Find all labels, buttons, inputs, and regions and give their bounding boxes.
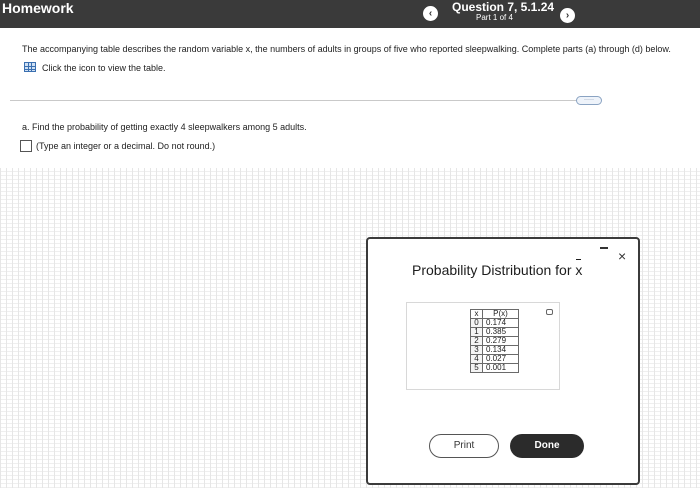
question-part: Part 1 of 4 [476, 13, 513, 22]
dialog-title-text: Probability Distribution for [412, 262, 576, 278]
expand-more-button[interactable]: ····· [576, 96, 602, 105]
done-button[interactable]: Done [510, 434, 584, 458]
previous-question-button[interactable]: ‹ [423, 6, 438, 21]
part-a-question: a. Find the probability of getting exact… [22, 122, 307, 132]
view-table-link[interactable]: Click the icon to view the table. [24, 62, 166, 73]
answer-hint: (Type an integer or a decimal. Do not ro… [36, 141, 216, 151]
question-title: Question 7, 5.1.24 [452, 0, 555, 14]
dialog-title-variable: x [575, 259, 583, 278]
x-cell: 5 [470, 363, 483, 373]
table-container: x P(x) 0 0.174 1 0.385 2 0.279 3 0.134 4… [406, 302, 560, 390]
answer-row: (Type an integer or a decimal. Do not ro… [20, 140, 215, 152]
header-bar: Homework ‹ Question 7, 5.1.24 Part 1 of … [0, 0, 700, 28]
divider [10, 100, 600, 101]
copy-icon[interactable] [546, 309, 553, 315]
app-title: Homework [2, 0, 74, 16]
table-icon[interactable] [24, 62, 36, 72]
next-question-button[interactable]: › [560, 8, 575, 23]
question-prompt: The accompanying table describes the ran… [22, 44, 671, 54]
dialog-title: Probability Distribution for x [412, 259, 583, 278]
print-button[interactable]: Print [429, 434, 499, 458]
probability-table-dialog: Probability Distribution for x × x P(x) … [366, 237, 640, 485]
minimize-icon[interactable] [600, 247, 608, 249]
distribution-table: x P(x) 0 0.174 1 0.385 2 0.279 3 0.134 4… [470, 309, 519, 373]
answer-input[interactable] [20, 140, 32, 152]
view-table-text[interactable]: Click the icon to view the table. [42, 63, 166, 73]
close-icon[interactable]: × [618, 249, 626, 263]
px-cell: 0.001 [482, 363, 519, 373]
table-row: 5 0.001 [470, 363, 519, 373]
